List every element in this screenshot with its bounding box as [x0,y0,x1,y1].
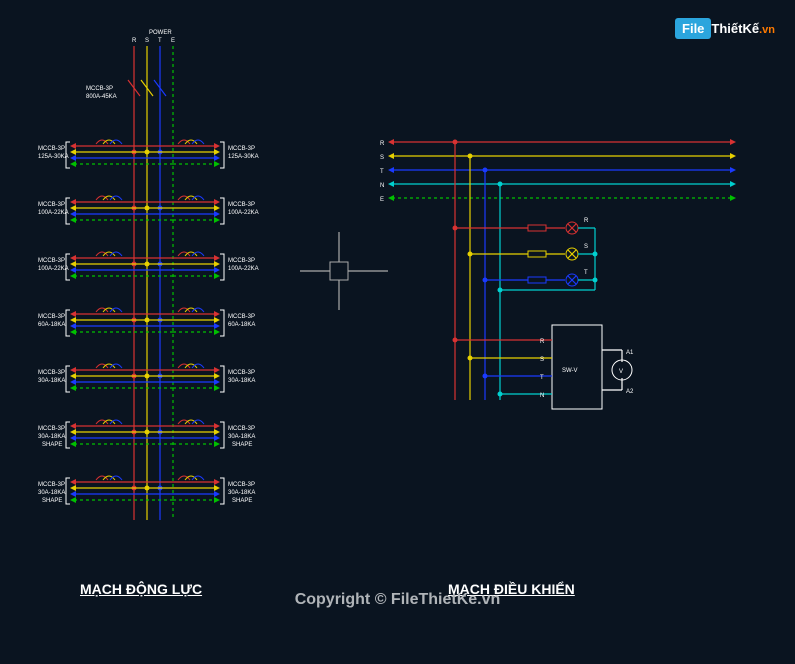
power-circuit: POWER R S T E MCCB-3P 800A-45KA MCCB-3P 1… [38,30,259,520]
mccb-left-l2: 125A-30KA [38,154,69,160]
mccb-right-l2: 30A-18KA [228,378,255,384]
mccb-right-l1: MCCB-3P [228,202,255,208]
phase-R: R [132,38,137,44]
mccb-left-l3: SHAPE [42,442,62,448]
vm-n: N [540,393,544,399]
mccb-right-l1: MCCB-3P [228,258,255,264]
lamp-row-R: R [453,218,596,234]
ctrl-label-S: S [380,155,384,161]
mccb-left-l2: 30A-18KA [38,490,65,496]
power-label: POWER [149,30,172,36]
vm-t: T [540,375,544,381]
sw-v-label: SW-V [562,368,578,374]
control-bus: R S T N E [380,139,736,203]
mccb-right-l2: 100A-22KA [228,266,259,272]
mccb-left-l1: MCCB-3P [38,426,65,432]
lamp-label: T [584,270,588,276]
main-mccb: MCCB-3P 800A-45KA [86,80,166,100]
main-mccb-l1: MCCB-3P [86,86,113,92]
mccb-left-l1: MCCB-3P [38,258,65,264]
ctrl-label-R: R [380,141,385,147]
lamp-row-T: T [483,270,596,286]
mccb-left-l2: 100A-22KA [38,210,69,216]
mccb-right-l2: 30A-18KA [228,490,255,496]
ctrl-label-N: N [380,183,384,189]
control-circuit: R S T N E R S T SW-V [380,139,736,409]
mccb-right-l3: SHAPE [232,498,252,504]
voltmeter-symbol: V [619,369,623,375]
vm-a2: A2 [626,389,634,395]
mccb-right-l2: 30A-18KA [228,434,255,440]
drawing-svg: POWER R S T E MCCB-3P 800A-45KA MCCB-3P 1… [0,0,795,664]
phase-S: S [145,38,149,44]
copyright-text: Copyright © FileThietKe.vn [0,591,795,609]
mccb-left-l1: MCCB-3P [38,146,65,152]
mccb-left-l2: 60A-18KA [38,322,65,328]
vm-a1: A1 [626,350,634,356]
phase-E: E [171,38,175,44]
lamp-label: S [584,244,588,250]
cad-viewport[interactable]: FileThiếtKế.vn POWER R S T E MCCB-3P 800… [0,0,795,664]
mccb-right-l1: MCCB-3P [228,482,255,488]
branch-rows: MCCB-3P 125A-30KA MCCB-3P 125A-30KA MCCB-3P 1… [38,140,259,504]
mccb-left-l2: 100A-22KA [38,266,69,272]
mccb-left-l3: SHAPE [42,498,62,504]
mccb-left-l1: MCCB-3P [38,202,65,208]
lamp-row-S: S [468,244,596,260]
indicator-lamps: R S T [453,218,598,293]
mccb-right-l1: MCCB-3P [228,314,255,320]
mccb-right-l2: 125A-30KA [228,154,259,160]
mccb-right-l1: MCCB-3P [228,370,255,376]
lamp-label: R [584,218,589,224]
mccb-left-l2: 30A-18KA [38,434,65,440]
main-mccb-l2: 800A-45KA [86,94,117,100]
ctrl-label-T: T [380,169,384,175]
voltmeter-block: SW-V R S T N V A1 [453,325,635,409]
vm-s: S [540,357,544,363]
mccb-left-l1: MCCB-3P [38,370,65,376]
branch-row-1: MCCB-3P 100A-22KA MCCB-3P 100A-22KA [38,196,259,224]
mccb-right-l2: 100A-22KA [228,210,259,216]
crosshair-symbol [300,232,388,310]
mccb-right-l1: MCCB-3P [228,426,255,432]
ctrl-label-E: E [380,197,384,203]
mccb-right-l1: MCCB-3P [228,146,255,152]
phase-T: T [158,38,162,44]
branch-row-2: MCCB-3P 100A-22KA MCCB-3P 100A-22KA [38,252,259,280]
vm-r: R [540,339,545,345]
mccb-right-l3: SHAPE [232,442,252,448]
mccb-left-l2: 30A-18KA [38,378,65,384]
mccb-left-l1: MCCB-3P [38,482,65,488]
mccb-right-l2: 60A-18KA [228,322,255,328]
mccb-left-l1: MCCB-3P [38,314,65,320]
branch-row-0: MCCB-3P 125A-30KA MCCB-3P 125A-30KA [38,140,259,168]
